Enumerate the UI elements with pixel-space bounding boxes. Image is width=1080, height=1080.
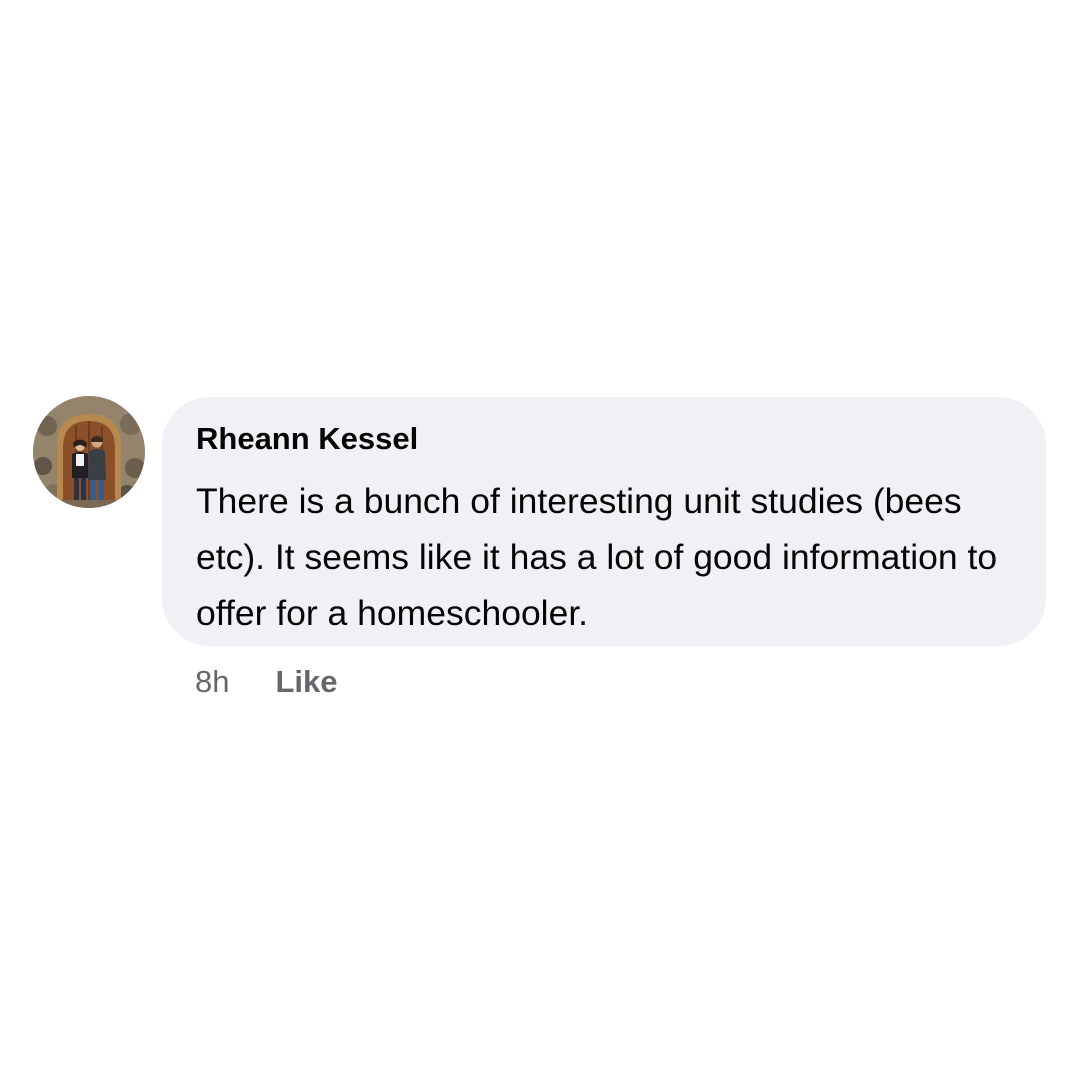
comment-actions: 8h Like [195,660,338,704]
profile-photo-icon [33,396,145,508]
timestamp[interactable]: 8h [195,664,229,700]
avatar[interactable] [33,396,145,508]
like-button[interactable]: Like [275,664,337,700]
comment-text: There is a bunch of interesting unit stu… [196,481,998,633]
comment-screen: Rheann Kessel There is a bunch of intere… [0,0,1080,1080]
author-name[interactable]: Rheann Kessel [196,419,1012,459]
comment-bubble: Rheann Kessel There is a bunch of intere… [162,397,1046,646]
